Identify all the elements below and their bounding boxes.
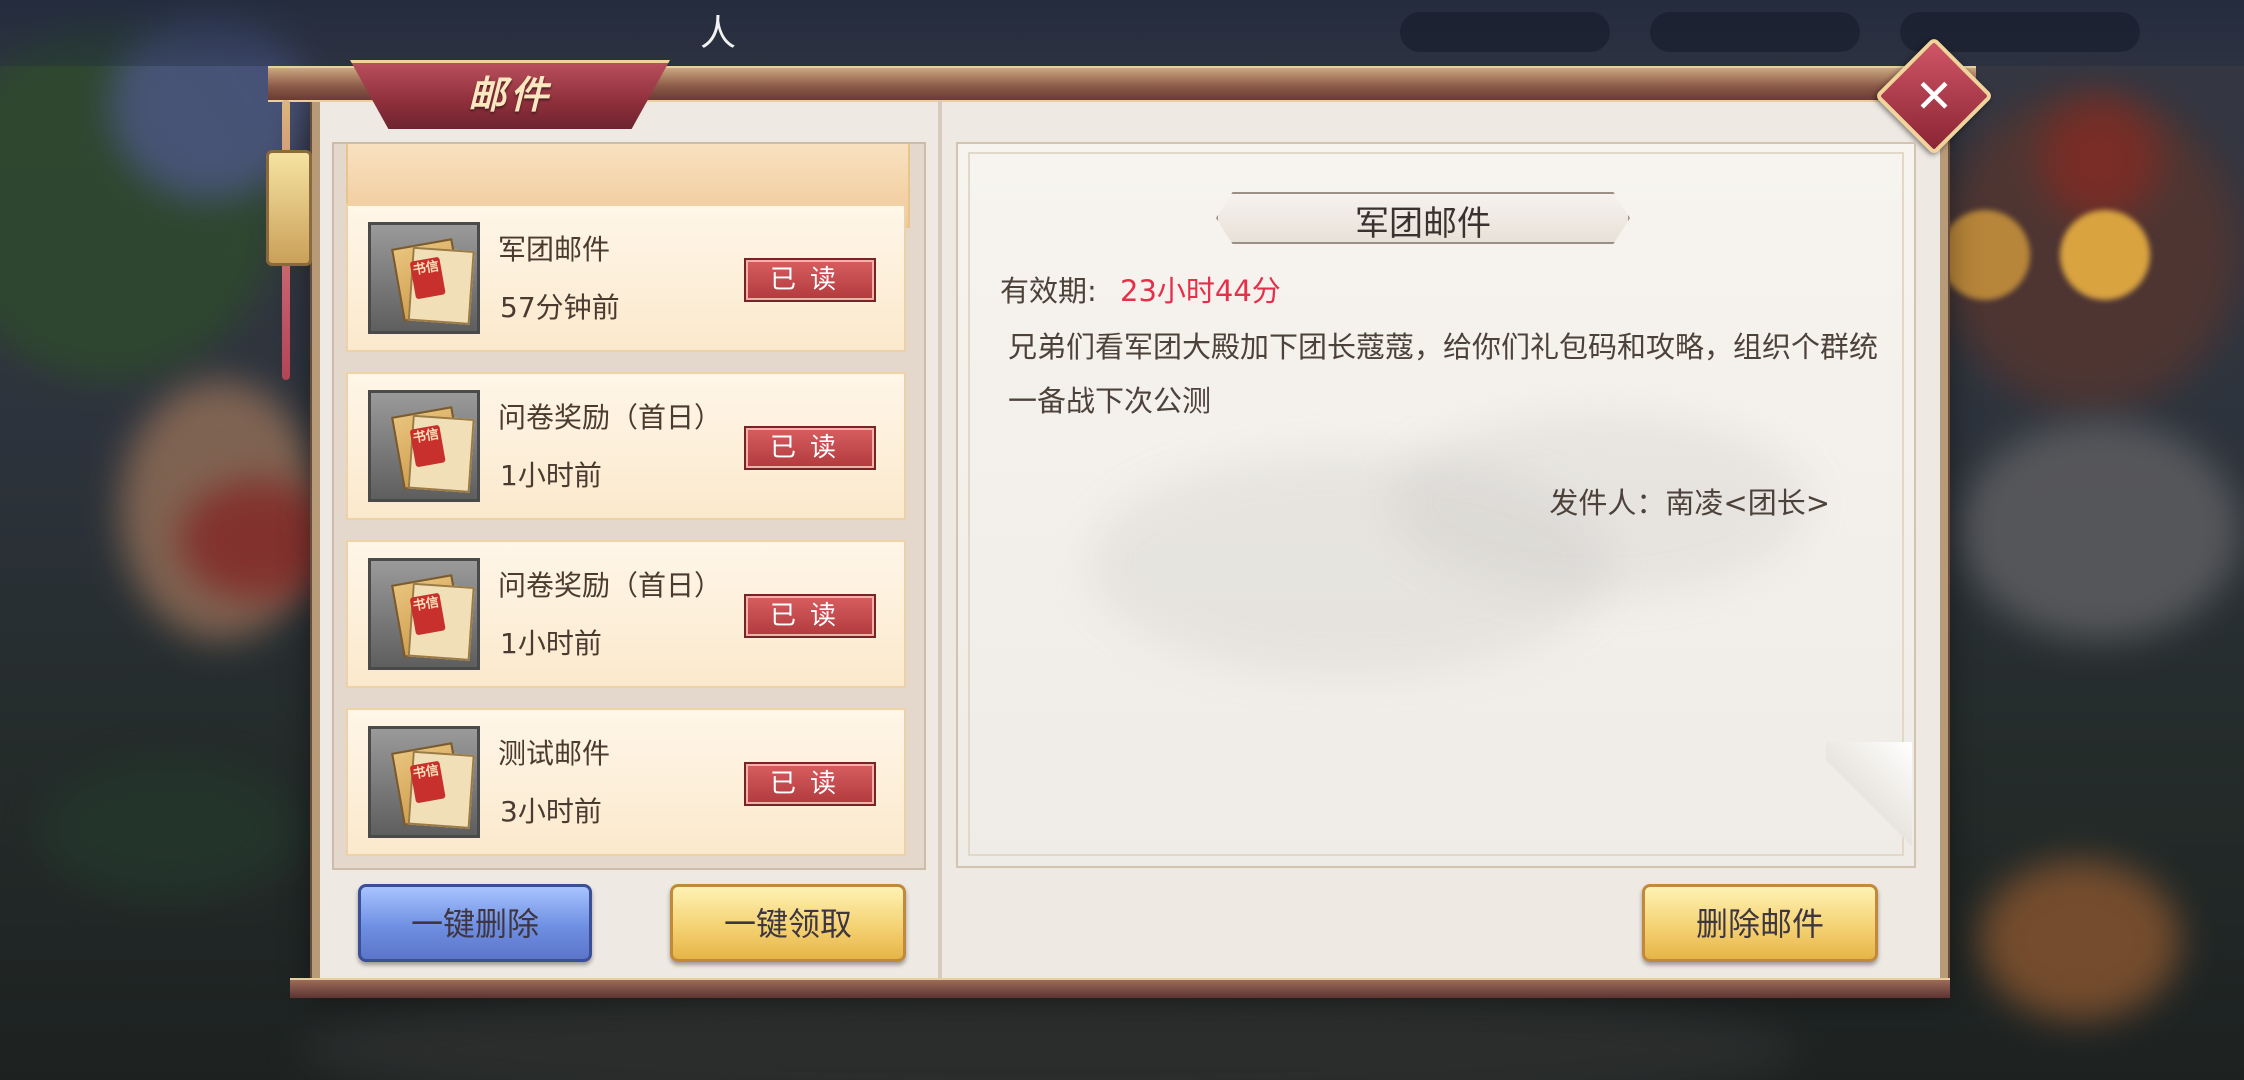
panel-divider — [938, 100, 942, 978]
claim-all-button[interactable]: 一键领取 — [670, 884, 906, 962]
read-status-badge: 已读 — [744, 258, 876, 302]
mail-title: 问卷奖励（首日） — [498, 401, 723, 434]
mail-thumbnail: 书信 — [368, 558, 480, 670]
delete-mail-button[interactable]: 删除邮件 — [1642, 884, 1878, 962]
mail-list[interactable]: 书信 军团邮件 57分钟前 已读 书信 问卷奖励（首日） 1小时前 已读 书信 … — [332, 142, 926, 870]
letter-icon: 书信 — [391, 238, 465, 322]
read-status-badge: 已读 — [744, 594, 876, 638]
resource-pill — [1650, 12, 1860, 52]
mail-sender: 发件人：南凌<团长> — [1549, 486, 1830, 520]
mail-title: 军团邮件 — [498, 233, 611, 266]
mail-title: 问卷奖励（首日） — [498, 569, 723, 602]
letter-seal: 书信 — [409, 760, 446, 804]
page-curl-decoration — [1826, 742, 1912, 862]
mail-thumbnail: 书信 — [368, 726, 480, 838]
read-status-badge: 已读 — [744, 762, 876, 806]
detail-title: 军团邮件 — [1355, 204, 1491, 244]
dialog-bottom-border — [290, 978, 1950, 998]
letter-icon: 书信 — [391, 406, 465, 490]
letter-seal: 书信 — [409, 424, 446, 468]
validity-label: 有效期: — [1000, 274, 1097, 308]
letter-icon: 书信 — [391, 574, 465, 658]
letter-icon: 书信 — [391, 742, 465, 826]
mail-title: 测试邮件 — [498, 737, 611, 770]
mail-body-text: 兄弟们看军团大殿加下团长蔻蔻，给你们礼包码和攻略，组织个群统一备战下次公测 — [1008, 330, 1879, 418]
letter-seal: 书信 — [409, 592, 446, 636]
mail-thumbnail: 书信 — [368, 390, 480, 502]
letter-seal: 书信 — [409, 256, 446, 300]
list-item[interactable]: 书信 军团邮件 57分钟前 已读 — [346, 204, 906, 352]
mail-time: 3小时前 — [500, 795, 602, 828]
list-item[interactable]: 书信 问卷奖励（首日） 1小时前 已读 — [346, 540, 906, 688]
mail-time: 1小时前 — [500, 627, 602, 660]
dialog-title: 邮件 — [467, 72, 552, 117]
mail-time: 1小时前 — [500, 459, 602, 492]
header-title: 人 — [700, 13, 737, 54]
resource-pill — [1400, 12, 1610, 52]
list-item[interactable]: 书信 问卷奖励（首日） 1小时前 已读 — [346, 372, 906, 520]
delete-all-button[interactable]: 一键删除 — [358, 884, 592, 962]
close-x-icon[interactable]: ✕ — [1892, 54, 1976, 138]
read-status-badge: 已读 — [744, 426, 876, 470]
list-item[interactable]: 书信 测试邮件 3小时前 已读 — [346, 708, 906, 856]
mail-time: 57分钟前 — [500, 291, 620, 324]
mail-thumbnail: 书信 — [368, 222, 480, 334]
validity-value: 23小时44分 — [1120, 274, 1281, 308]
lantern-ornament — [266, 150, 312, 266]
